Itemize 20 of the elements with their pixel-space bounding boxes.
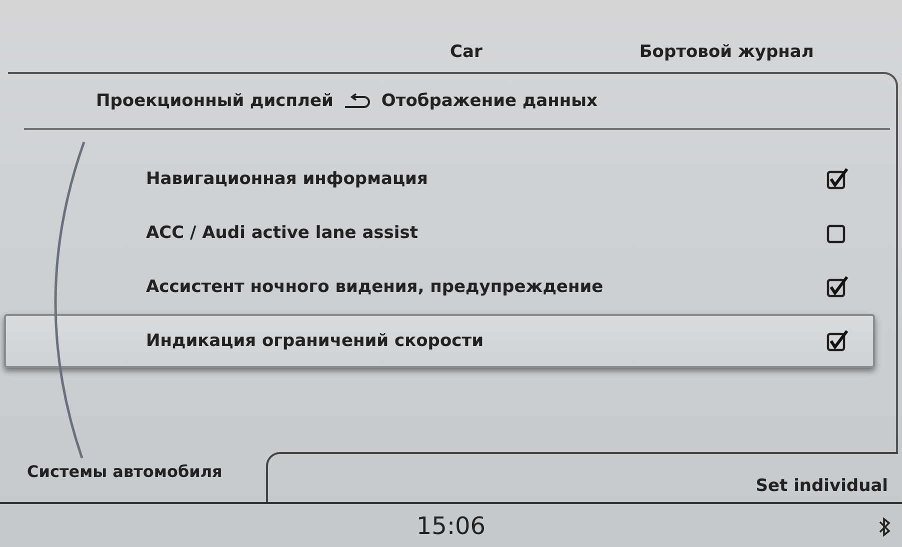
option-label: Индикация ограничений скорости	[146, 331, 484, 351]
option-row[interactable]: Ассистент ночного видения, предупреждение	[4, 260, 875, 314]
option-row[interactable]: ACC / Audi active lane assist	[4, 206, 875, 260]
parent-menu-title: Проекционный дисплей	[96, 91, 334, 111]
option-row[interactable]: Индикация ограничений скорости	[4, 314, 875, 368]
top-tab[interactable]: Car	[450, 42, 482, 62]
bluetooth-icon	[878, 517, 892, 537]
page-title: Отображение данных	[381, 91, 598, 111]
back-arrow-icon[interactable]	[343, 93, 372, 109]
top-tab[interactable]: Бортовой журнал	[639, 42, 814, 62]
option-label: ACC / Audi active lane assist	[146, 223, 418, 243]
preset-tab[interactable]: Set individual	[266, 452, 898, 502]
menu-label[interactable]: Системы автомобиля	[0, 452, 266, 502]
option-label: Ассистент ночного видения, предупреждение	[146, 277, 604, 297]
option-row[interactable]: Навигационная информация	[4, 152, 875, 206]
checked-checkbox[interactable]	[825, 274, 851, 300]
checked-checkbox[interactable]	[825, 328, 851, 354]
checked-checkbox[interactable]	[825, 166, 851, 192]
clock-time: 15:06	[416, 512, 486, 540]
option-label: Навигационная информация	[146, 169, 428, 189]
